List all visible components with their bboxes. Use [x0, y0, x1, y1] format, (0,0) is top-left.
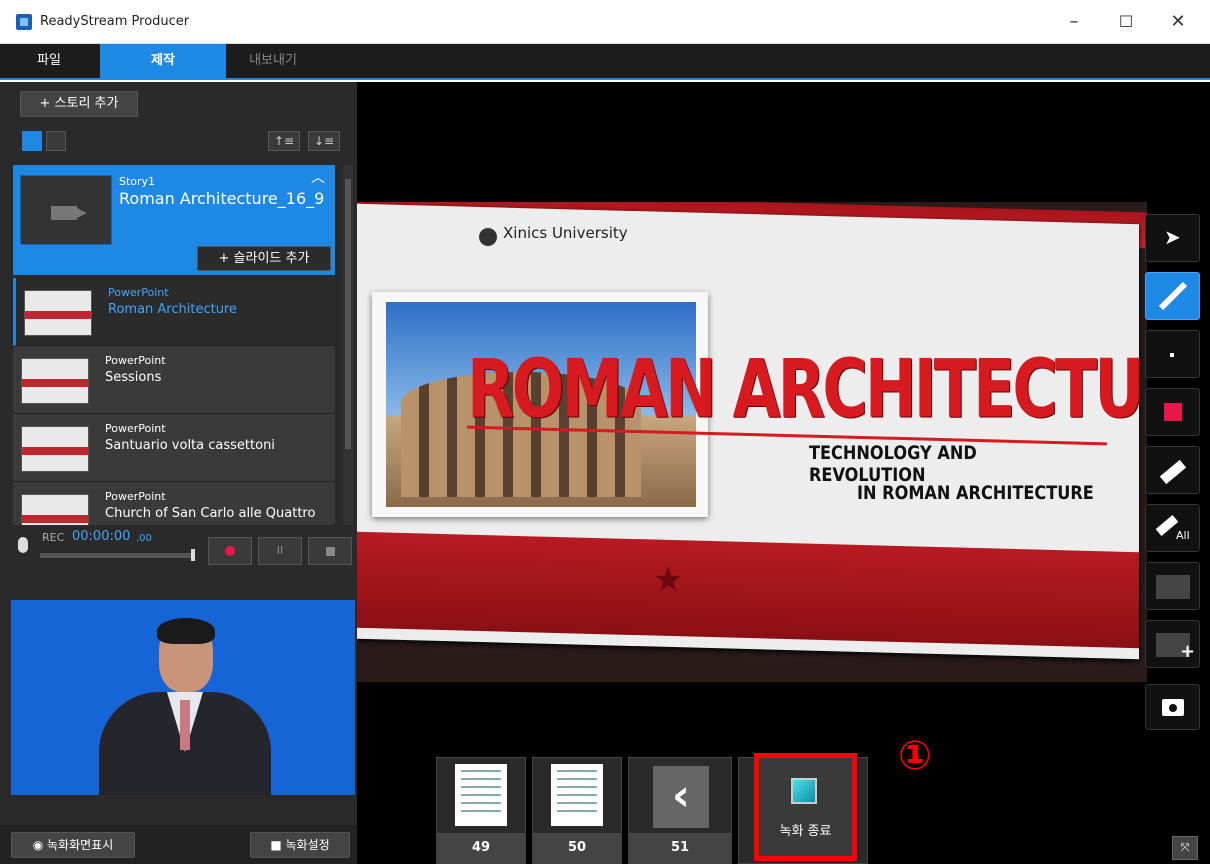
stop-button[interactable]	[308, 537, 352, 565]
thumb-image	[455, 764, 507, 826]
eraser-all-icon	[1155, 514, 1179, 537]
maximize-button[interactable]: ☐	[1104, 8, 1148, 36]
story-thumbnail	[20, 175, 112, 245]
slide-name: Church of San Carlo alle Quattro	[105, 506, 316, 521]
slide-item[interactable]: PowerPoint Sessions	[13, 346, 335, 414]
slide-name: Santuario volta cassettoni	[105, 438, 275, 453]
pen-tool[interactable]	[1145, 272, 1200, 320]
slide-thumbnail	[21, 494, 89, 525]
fullscreen-icon[interactable]: ⤧	[1172, 836, 1198, 860]
menu-bar: 파일 제작 내보내기	[0, 44, 1210, 80]
add-slide-button[interactable]: + 슬라이드 추가	[197, 246, 331, 271]
pause-button[interactable]: II	[258, 537, 302, 565]
end-recording-icon	[791, 778, 817, 804]
eye-icon: ◉	[32, 838, 48, 852]
rec-time-frac: .00	[136, 533, 152, 544]
minimize-button[interactable]: –	[1052, 8, 1096, 36]
app-icon	[16, 14, 32, 30]
pen-icon	[1158, 281, 1188, 311]
pen-size-tool[interactable]	[1145, 330, 1200, 378]
move-up-icon[interactable]: ↑≡	[268, 131, 300, 151]
slide-thumb[interactable]: 50	[532, 757, 622, 864]
slide-type: PowerPoint	[108, 286, 169, 299]
list-view-icon[interactable]	[46, 131, 66, 151]
slide-thumb[interactable]: 49	[436, 757, 526, 864]
presenter-body	[99, 692, 271, 795]
university-logo	[479, 228, 497, 246]
record-button[interactable]	[208, 537, 252, 565]
video-camera-icon	[51, 206, 87, 220]
capture-tool[interactable]	[1145, 684, 1200, 730]
story-title: Roman Architecture_16_9	[119, 189, 325, 208]
rec-time: 00:00:00	[72, 529, 131, 544]
presenter-head	[157, 618, 215, 692]
slide-name: Roman Architecture	[108, 302, 237, 317]
slide-type: PowerPoint	[105, 422, 166, 435]
pointer-tool[interactable]: ➤	[1145, 214, 1200, 262]
thumb-page-number: 50	[533, 833, 621, 863]
story-label: Story1	[119, 175, 156, 188]
slide-name: Sessions	[105, 370, 162, 385]
record-settings-button[interactable]: ■ 녹화설정	[250, 832, 350, 858]
thumb-image	[551, 764, 603, 826]
move-down-icon[interactable]: ↓≡	[308, 131, 340, 151]
pen-color-tool[interactable]	[1145, 388, 1200, 436]
background-tool[interactable]	[1145, 562, 1200, 610]
star-icon: ★	[653, 560, 684, 600]
close-button[interactable]: ✕	[1156, 8, 1200, 36]
slide-item[interactable]: PowerPoint Church of San Carlo alle Quat…	[13, 482, 335, 526]
show-record-screen-label: 녹화화면표시	[47, 838, 114, 852]
slide-thumbnail	[21, 358, 89, 404]
end-recording-button[interactable]: 녹화 종료	[754, 753, 857, 861]
add-story-button[interactable]: + 스토리 추가	[20, 91, 138, 117]
drawing-toolbar: ➤ All +	[1145, 214, 1200, 744]
detail-view-icon[interactable]	[22, 131, 42, 151]
sidebar-bottom-bar: ◉ 녹화화면표시 ■ 녹화설정	[0, 825, 357, 864]
story-card[interactable]: Story1 Roman Architecture_16_9 ︿ + 슬라이드 …	[13, 165, 335, 275]
slide-list-scrollbar[interactable]	[343, 165, 353, 530]
slide-stage: ★ Xinics University ROMAN ARCHITECTURE T…	[357, 82, 1210, 864]
slide-thumbnail	[24, 290, 92, 336]
tab-file[interactable]: 파일	[10, 44, 88, 78]
collapse-icon[interactable]: ︿	[311, 167, 325, 187]
camera-icon: ■	[270, 838, 286, 852]
scrollbar-thumb[interactable]	[345, 179, 351, 449]
annotation-number: ①	[898, 733, 932, 779]
title-bar: ReadyStream Producer – ☐ ✕	[0, 0, 1210, 44]
dot-icon	[1170, 353, 1174, 357]
microphone-icon[interactable]	[18, 537, 28, 553]
tab-export[interactable]: 내보내기	[228, 44, 318, 78]
thumb-page-number: 51	[629, 833, 731, 863]
show-record-screen-button[interactable]: ◉ 녹화화면표시	[11, 832, 135, 858]
slide-subtitle-2: IN ROMAN ARCHITECTURE	[857, 482, 1094, 504]
slide-subtitle-1: TECHNOLOGY AND REVOLUTION	[809, 442, 977, 486]
erase-all-tool[interactable]: All	[1145, 504, 1200, 552]
cursor-icon: ➤	[1164, 225, 1181, 249]
back-arrow-icon: ‹	[653, 766, 709, 828]
slide-thumbnail	[21, 426, 89, 472]
add-background-tool[interactable]: +	[1145, 620, 1200, 668]
university-name: Xinics University	[503, 224, 628, 242]
slide-item[interactable]: PowerPoint Roman Architecture	[13, 278, 335, 346]
record-bar: REC 00:00:00 .00 II	[0, 525, 357, 595]
slide-thumb[interactable]: ‹ 51	[628, 757, 732, 864]
thumb-page-number: 49	[437, 833, 525, 863]
presenter-video	[11, 600, 355, 795]
image-icon	[1156, 575, 1190, 599]
eraser-icon	[1159, 459, 1187, 485]
rec-label: REC	[42, 531, 65, 544]
window-title: ReadyStream Producer	[40, 14, 190, 29]
slide-title: ROMAN ARCHITECTURE	[467, 341, 1147, 436]
volume-slider[interactable]	[40, 549, 195, 561]
slide-type: PowerPoint	[105, 354, 166, 367]
slide-item[interactable]: PowerPoint Santuario volta cassettoni	[13, 414, 335, 482]
slide-type: PowerPoint	[105, 490, 166, 503]
end-recording-label: 녹화 종료	[779, 824, 832, 839]
color-swatch-icon	[1164, 403, 1182, 421]
camera-capture-icon	[1162, 699, 1184, 716]
eraser-tool[interactable]	[1145, 446, 1200, 494]
record-settings-label: 녹화설정	[285, 838, 330, 852]
tab-produce[interactable]: 제작	[100, 44, 226, 78]
current-slide[interactable]: ★ Xinics University ROMAN ARCHITECTURE T…	[357, 202, 1147, 682]
